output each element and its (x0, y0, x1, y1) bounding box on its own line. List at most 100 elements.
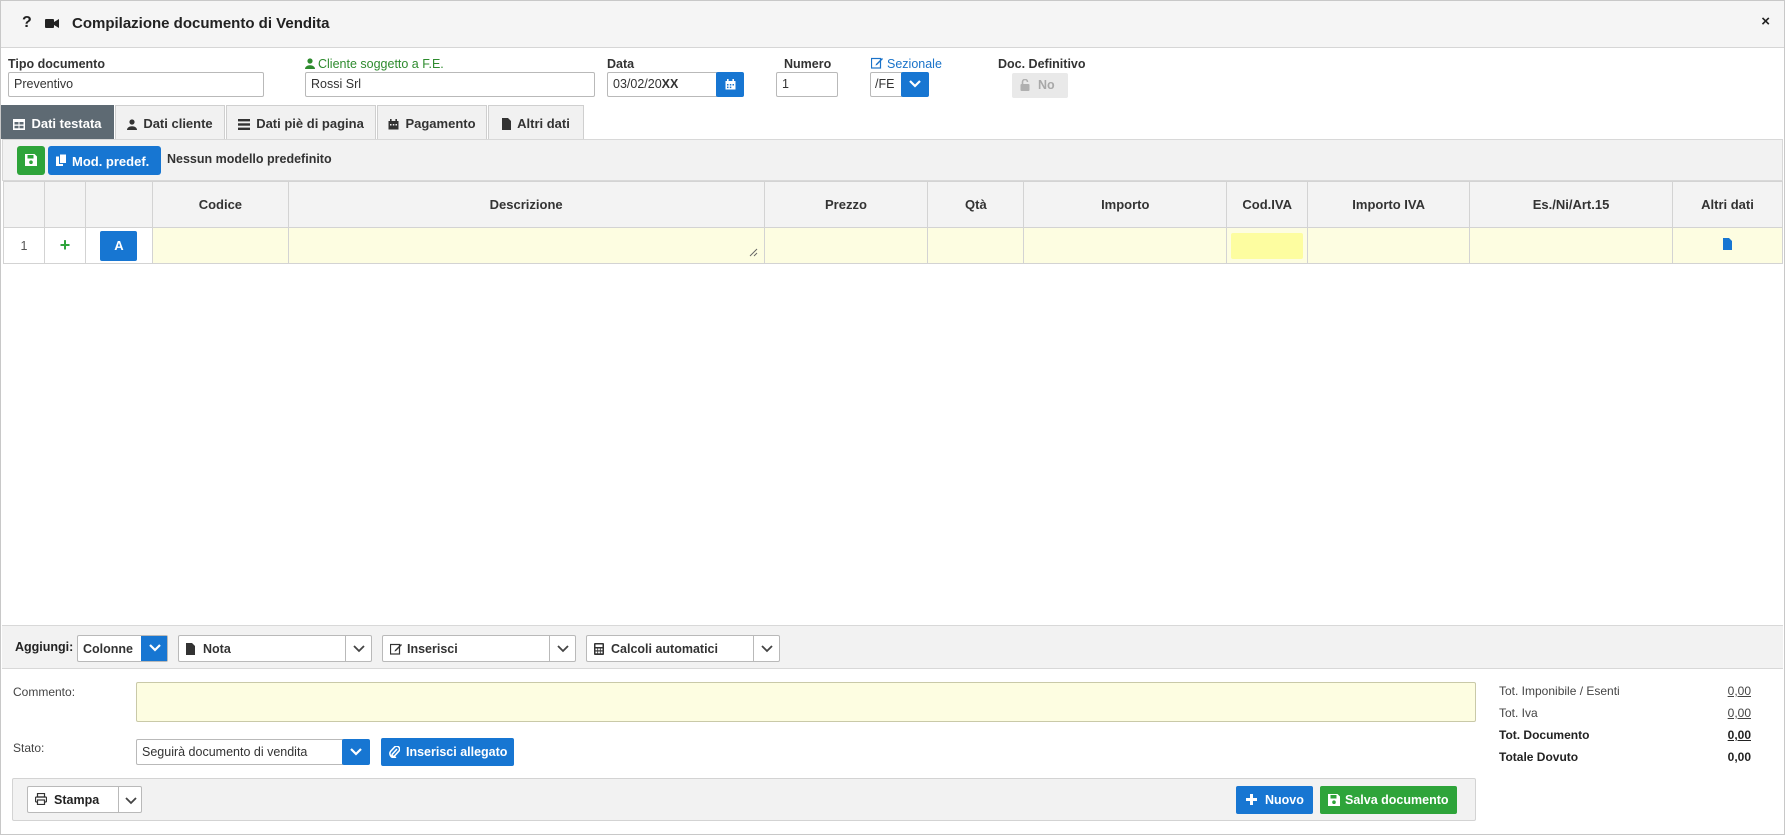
table-icon (13, 119, 26, 130)
tab-dati-cliente-label: Dati cliente (143, 116, 213, 131)
inserisci-allegato-button[interactable]: Inserisci allegato (381, 738, 514, 766)
chevron-down-icon (125, 797, 137, 805)
calcoli-automatici-dropdown[interactable]: Calcoli automatici (586, 635, 780, 662)
colonne-dropdown-button[interactable] (141, 636, 167, 661)
column-header-codice[interactable]: Codice (151, 181, 289, 228)
es-ni-cell[interactable] (1469, 227, 1673, 264)
cod-iva-cell[interactable] (1226, 227, 1309, 264)
document-lines-table: Codice Descrizione Prezzo Qtà Importo Co… (3, 181, 1784, 264)
column-header-importo[interactable]: Importo (1023, 181, 1228, 228)
nota-dropdown[interactable]: Nota (178, 635, 372, 662)
colonne-label: Colonne (83, 642, 133, 656)
cod-iva-input[interactable] (1231, 232, 1304, 259)
calcoli-dropdown-button[interactable] (753, 636, 779, 661)
row-type-label: A (114, 237, 124, 253)
list-icon (238, 119, 251, 130)
data-value: 03/02/20 (613, 77, 662, 91)
chevron-down-icon (350, 748, 362, 756)
importo-iva-cell[interactable] (1307, 227, 1471, 264)
doc-definitivo-toggle[interactable]: No (1012, 73, 1068, 98)
printer-icon (35, 793, 47, 805)
paperclip-icon (389, 746, 400, 758)
colonne-dropdown[interactable]: Colonne (77, 635, 168, 662)
tab-pagamento[interactable]: Pagamento (377, 105, 487, 139)
tab-dati-testata-label: Dati testata (31, 116, 102, 131)
inserisci-dropdown-button[interactable] (549, 636, 575, 661)
numero-input[interactable]: 1 (776, 72, 838, 97)
file-icon[interactable] (1722, 238, 1732, 250)
user-icon (305, 58, 315, 69)
tab-dati-pie-di-pagina[interactable]: Dati piè di pagina (226, 105, 376, 139)
tipo-documento-input[interactable]: Preventivo (8, 72, 264, 97)
column-header-descrizione[interactable]: Descrizione (287, 181, 765, 228)
commento-textarea[interactable] (136, 682, 1476, 722)
tot-documento-value[interactable]: 0,00 (1691, 728, 1751, 742)
descrizione-cell[interactable] (287, 227, 765, 264)
importo-cell[interactable] (1023, 227, 1228, 264)
user-icon (127, 119, 138, 130)
sezionale-input[interactable]: /FE (870, 72, 902, 97)
commento-label: Commento: (13, 685, 76, 699)
row-type-button[interactable]: A (100, 230, 138, 261)
qta-cell[interactable] (927, 227, 1025, 264)
nota-dropdown-button[interactable] (345, 636, 371, 661)
inserisci-dropdown[interactable]: Inserisci (382, 635, 576, 662)
tipo-documento-label: Tipo documento (8, 57, 105, 71)
inserisci-allegato-label: Inserisci allegato (406, 745, 508, 759)
tot-imponibile-value[interactable]: 0,00 (1691, 684, 1751, 698)
grid-toolbar: Mod. predef. Nessun modello predefinito (2, 139, 1783, 181)
tab-altri-dati-label: Altri dati (517, 116, 570, 131)
tab-altri-dati[interactable]: Altri dati (488, 105, 584, 139)
data-suffix: XX (661, 77, 679, 91)
calendar-button[interactable] (716, 72, 744, 97)
nota-label: Nota (203, 642, 231, 656)
stampa-label: Stampa (54, 793, 100, 807)
nuovo-button[interactable]: Nuovo (1236, 786, 1313, 814)
tab-dati-pie-label: Dati piè di pagina (256, 116, 364, 131)
sezionale-dropdown-button[interactable] (901, 72, 929, 97)
codice-cell[interactable] (151, 227, 289, 264)
numero-label: Numero (784, 57, 832, 71)
prezzo-cell[interactable] (763, 227, 929, 264)
table-header-row: Codice Descrizione Prezzo Qtà Importo Co… (3, 181, 1784, 228)
chevron-down-icon (909, 80, 921, 88)
stato-dropdown-button[interactable] (342, 739, 370, 765)
calendar-icon (388, 119, 399, 130)
column-header-type (84, 181, 153, 228)
close-icon[interactable]: × (1761, 13, 1770, 30)
cliente-label[interactable]: Cliente soggetto a F.E. (318, 57, 444, 71)
data-input[interactable]: 03/02/20XX (607, 72, 717, 97)
tab-dati-cliente[interactable]: Dati cliente (115, 105, 225, 139)
column-header-altri-dati[interactable]: Altri dati (1671, 181, 1784, 228)
video-camera-icon (45, 19, 59, 28)
column-header-prezzo[interactable]: Prezzo (763, 181, 929, 228)
cliente-input[interactable]: Rossi Srl (305, 72, 595, 97)
help-icon[interactable]: ? (22, 14, 32, 32)
column-header-es-ni-art15[interactable]: Es./Ni/Art.15 (1469, 181, 1673, 228)
plus-icon (1246, 794, 1257, 805)
tab-dati-testata[interactable]: Dati testata (1, 105, 114, 139)
column-header-qta[interactable]: Qtà (927, 181, 1025, 228)
floppy-disk-icon (25, 154, 37, 166)
stampa-button[interactable]: Stampa (27, 786, 119, 813)
stato-select[interactable]: Seguirà documento di vendita (136, 739, 343, 765)
document-window: ? Compilazione documento di Vendita × Ti… (0, 0, 1785, 835)
chevron-down-icon (761, 645, 773, 653)
add-row-button[interactable]: + (43, 227, 86, 264)
chevron-down-icon (353, 645, 365, 653)
tot-iva-label: Tot. Iva (1499, 706, 1538, 720)
tot-documento-label: Tot. Documento (1499, 728, 1590, 742)
column-header-cod-iva[interactable]: Cod.IVA (1226, 181, 1309, 228)
altri-dati-cell[interactable] (1671, 227, 1784, 264)
save-model-button[interactable] (17, 146, 45, 175)
mod-predef-button[interactable]: Mod. predef. (48, 146, 161, 175)
stampa-dropdown-button[interactable] (118, 786, 142, 813)
column-header-num (3, 181, 45, 228)
column-header-importo-iva[interactable]: Importo IVA (1307, 181, 1471, 228)
sezionale-label[interactable]: Sezionale (887, 57, 942, 71)
floppy-disk-icon (1328, 794, 1340, 806)
resize-handle-icon[interactable] (749, 248, 758, 257)
tot-iva-value[interactable]: 0,00 (1691, 706, 1751, 720)
salva-documento-button[interactable]: Salva documento (1320, 786, 1457, 814)
title-bar: ? Compilazione documento di Vendita × (1, 1, 1784, 48)
